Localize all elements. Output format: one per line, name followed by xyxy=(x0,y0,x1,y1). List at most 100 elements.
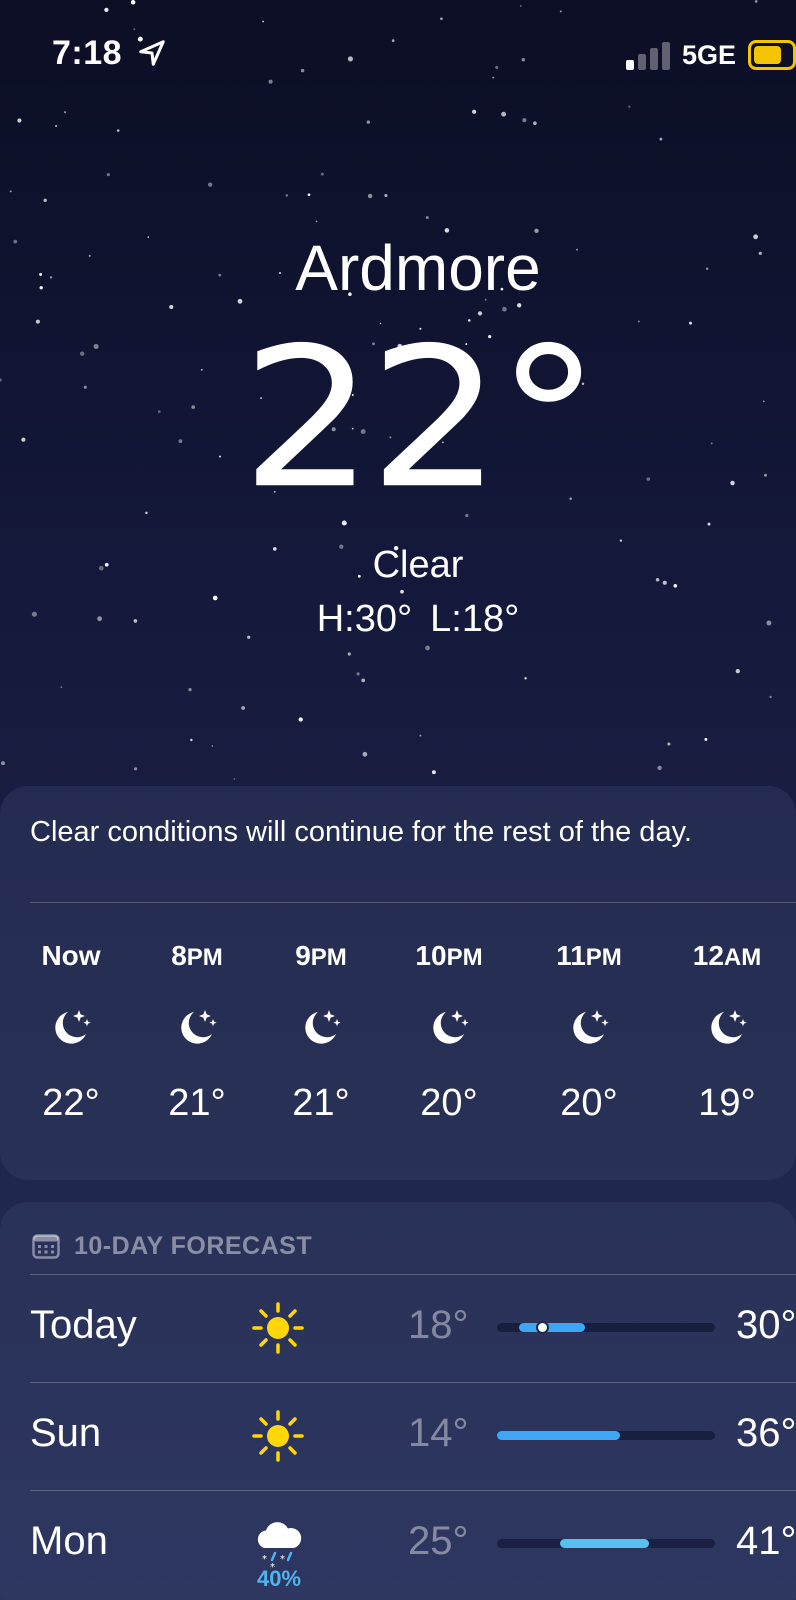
battery-icon xyxy=(748,40,796,70)
ten-day-forecast-card[interactable]: 10-DAY FORECAST Today 18° 30° Sun 14° 36° Mon *… xyxy=(0,1202,796,1600)
hourly-forecast-card[interactable]: Clear conditions will continue for the r… xyxy=(0,786,796,1180)
hourly-item: 12AM 19° xyxy=(672,936,782,1126)
signal-strength-icon xyxy=(626,42,670,70)
current-condition: Clear xyxy=(372,544,464,586)
network-type: 5GE xyxy=(682,40,737,70)
star xyxy=(298,717,303,722)
moon-stars-icon xyxy=(296,1002,346,1052)
hour-temperature: 21° xyxy=(168,1082,226,1124)
weather-summary: Clear conditions will continue for the r… xyxy=(30,816,692,848)
sun-icon xyxy=(250,1408,306,1464)
star xyxy=(233,778,236,780)
cloud-rain-snow-icon: * * * xyxy=(250,1516,306,1573)
star xyxy=(425,645,430,651)
hour-temperature: 21° xyxy=(292,1082,350,1124)
star xyxy=(315,220,318,223)
moon-stars-icon xyxy=(424,1002,474,1052)
current-temperature: 22° xyxy=(240,305,601,532)
star xyxy=(307,193,311,197)
hourly-item: 8PM 21° xyxy=(142,936,252,1126)
star xyxy=(419,734,422,737)
star xyxy=(17,118,22,123)
hour-label: Now xyxy=(41,940,101,971)
star xyxy=(188,687,192,692)
hour-temperature: 20° xyxy=(420,1082,478,1124)
divider xyxy=(30,902,796,903)
star xyxy=(501,111,507,117)
moon-stars-icon xyxy=(702,1002,752,1052)
star xyxy=(63,111,67,114)
star xyxy=(60,686,63,689)
temperature-range-track xyxy=(497,1321,715,1334)
hour-label: 10PM xyxy=(415,940,483,971)
hour-label: 8PM xyxy=(171,940,223,971)
day-name: Mon xyxy=(30,1519,108,1563)
temperature-range-bar xyxy=(560,1539,649,1548)
forecast-row[interactable]: Sun 14° 36° xyxy=(0,1382,796,1492)
star xyxy=(735,668,740,674)
star xyxy=(431,770,436,775)
sun-icon xyxy=(250,1300,306,1356)
star xyxy=(208,182,213,187)
high-temperature: 30° xyxy=(736,1303,796,1347)
low-temperature: L:18° xyxy=(430,598,520,640)
battery-level xyxy=(754,46,781,64)
temperature-range-track xyxy=(497,1431,715,1440)
low-temperature: 25° xyxy=(408,1519,469,1563)
star xyxy=(9,190,12,193)
star xyxy=(116,129,120,132)
moon-stars-icon xyxy=(564,1002,614,1052)
hourly-item: Now 22° xyxy=(16,936,126,1126)
hour-label: 12AM xyxy=(692,940,762,971)
star xyxy=(43,198,47,202)
hour-temperature: 20° xyxy=(560,1082,618,1124)
moon-stars-icon xyxy=(46,1002,96,1052)
day-name: Today xyxy=(30,1303,137,1347)
current-weather: Ardmore 22° Clear H:30° L:18° xyxy=(0,230,796,644)
star xyxy=(384,193,388,198)
star xyxy=(55,125,58,127)
hourly-item: 10PM 20° xyxy=(394,936,504,1126)
star xyxy=(285,194,289,197)
star xyxy=(356,672,360,676)
star xyxy=(106,172,110,177)
day-name: Sun xyxy=(30,1411,102,1455)
star xyxy=(320,172,324,176)
star xyxy=(367,193,373,199)
status-time: 7:18 xyxy=(52,34,123,72)
svg-text:*: * xyxy=(262,1554,267,1565)
forecast-row[interactable]: Today 18° 30° xyxy=(0,1274,796,1384)
low-temperature: 18° xyxy=(408,1303,469,1347)
forecast-row[interactable]: Mon * * * 40% 25° 41° xyxy=(0,1490,796,1600)
location-arrow-icon xyxy=(139,40,165,66)
moon-stars-icon xyxy=(172,1002,222,1052)
star xyxy=(472,109,477,114)
star xyxy=(362,751,368,757)
current-temperature-dot xyxy=(536,1321,549,1334)
star xyxy=(211,745,214,747)
hour-temperature: 19° xyxy=(698,1082,756,1124)
forecast-header: 10-DAY FORECAST xyxy=(32,1228,312,1264)
hourly-item: 11PM 20° xyxy=(534,936,644,1126)
hourly-list[interactable]: Now 22° 8PM 21° 9PM 21° 10PM 20° 11PM 20° 12AM 19° xyxy=(0,936,796,1156)
precip-chance: 40% xyxy=(256,1566,302,1591)
svg-text:*: * xyxy=(280,1554,285,1565)
hour-label: 9PM xyxy=(295,940,347,971)
star xyxy=(659,137,663,141)
high-temperature: 41° xyxy=(736,1519,796,1563)
calendar-icon xyxy=(32,1234,60,1259)
hour-label: 11PM xyxy=(556,940,622,971)
hour-temperature: 22° xyxy=(42,1082,100,1124)
status-bar: 7:18 5GE xyxy=(0,0,796,110)
star xyxy=(704,737,708,741)
temperature-range-bar xyxy=(519,1323,585,1332)
star xyxy=(366,120,370,124)
star xyxy=(533,121,537,126)
city-name: Ardmore xyxy=(295,232,541,304)
hourly-item: 9PM 21° xyxy=(266,936,376,1126)
star xyxy=(667,742,671,746)
high-temperature: 36° xyxy=(736,1411,796,1455)
star xyxy=(769,695,772,699)
forecast-title: 10-DAY FORECAST xyxy=(74,1231,313,1260)
star xyxy=(241,706,245,710)
